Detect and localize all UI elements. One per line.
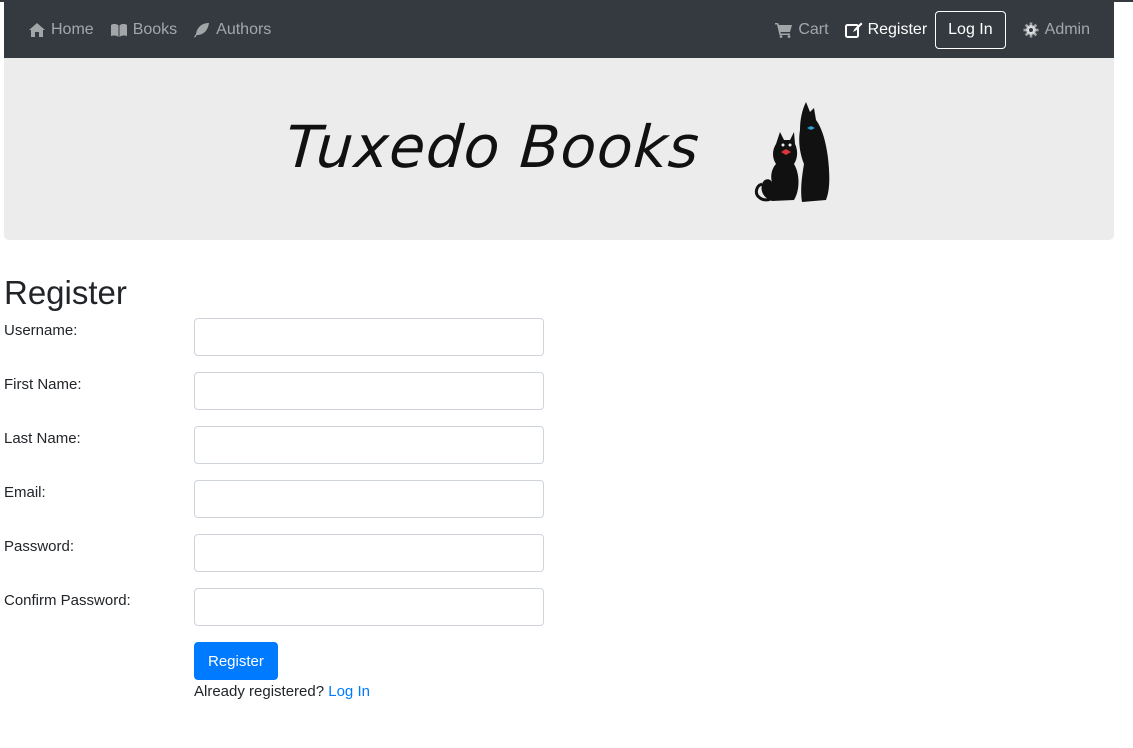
cart-icon — [775, 22, 793, 38]
nav-right-group: Cart Register Log In Admin — [759, 11, 1090, 49]
nav-login-button[interactable]: Log In — [935, 11, 1006, 49]
password-row: Password: — [4, 534, 544, 572]
nav-authors-label: Authors — [216, 21, 272, 38]
username-label: Username: — [4, 322, 78, 339]
username-input[interactable] — [194, 318, 544, 356]
already-registered-text: Already registered? — [194, 683, 325, 700]
confirm-password-row: Confirm Password: — [4, 588, 544, 626]
last-name-row: Last Name: — [4, 426, 544, 464]
confirm-password-input[interactable] — [194, 588, 544, 626]
password-label: Password: — [4, 538, 75, 555]
nav-books-label: Books — [132, 21, 178, 38]
nav-cart-label: Cart — [798, 21, 829, 38]
book-icon — [110, 22, 128, 38]
password-input[interactable] — [194, 534, 544, 572]
first-name-row: First Name: — [4, 372, 544, 410]
confirm-password-label: Confirm Password: — [4, 592, 131, 609]
nav-home-label: Home — [51, 21, 94, 38]
nav-authors-link[interactable]: Authors — [193, 11, 271, 49]
username-row: Username: — [4, 318, 544, 356]
email-row: Email: — [4, 480, 544, 518]
login-link[interactable]: Log In — [328, 683, 370, 700]
top-navbar: Home Books Authors Cart Register Log In … — [4, 2, 1114, 58]
nav-cart-link[interactable]: Cart — [775, 11, 829, 49]
last-name-label: Last Name: — [4, 430, 81, 447]
email-label: Email: — [4, 484, 46, 501]
tuxedo-cats-logo-icon — [754, 102, 830, 202]
page-title: Register — [4, 274, 127, 311]
home-icon — [28, 22, 46, 38]
already-registered-line: Already registered? Log In — [194, 683, 370, 700]
email-input[interactable] — [194, 480, 544, 518]
edit-icon — [844, 22, 863, 38]
feather-icon — [193, 22, 211, 38]
nav-admin-link[interactable]: Admin — [1022, 11, 1090, 49]
nav-books-link[interactable]: Books — [110, 11, 177, 49]
nav-admin-label: Admin — [1044, 21, 1090, 38]
first-name-label: First Name: — [4, 376, 82, 393]
nav-home-link[interactable]: Home — [28, 11, 94, 49]
first-name-input[interactable] — [194, 372, 544, 410]
site-logo-text: Tuxedo Books — [283, 113, 703, 181]
last-name-input[interactable] — [194, 426, 544, 464]
nav-register-link[interactable]: Register — [844, 11, 928, 49]
register-submit-button[interactable]: Register — [194, 642, 278, 680]
nav-left-group: Home Books Authors — [28, 11, 287, 49]
gear-icon — [1022, 22, 1040, 38]
nav-register-label: Register — [867, 21, 928, 38]
